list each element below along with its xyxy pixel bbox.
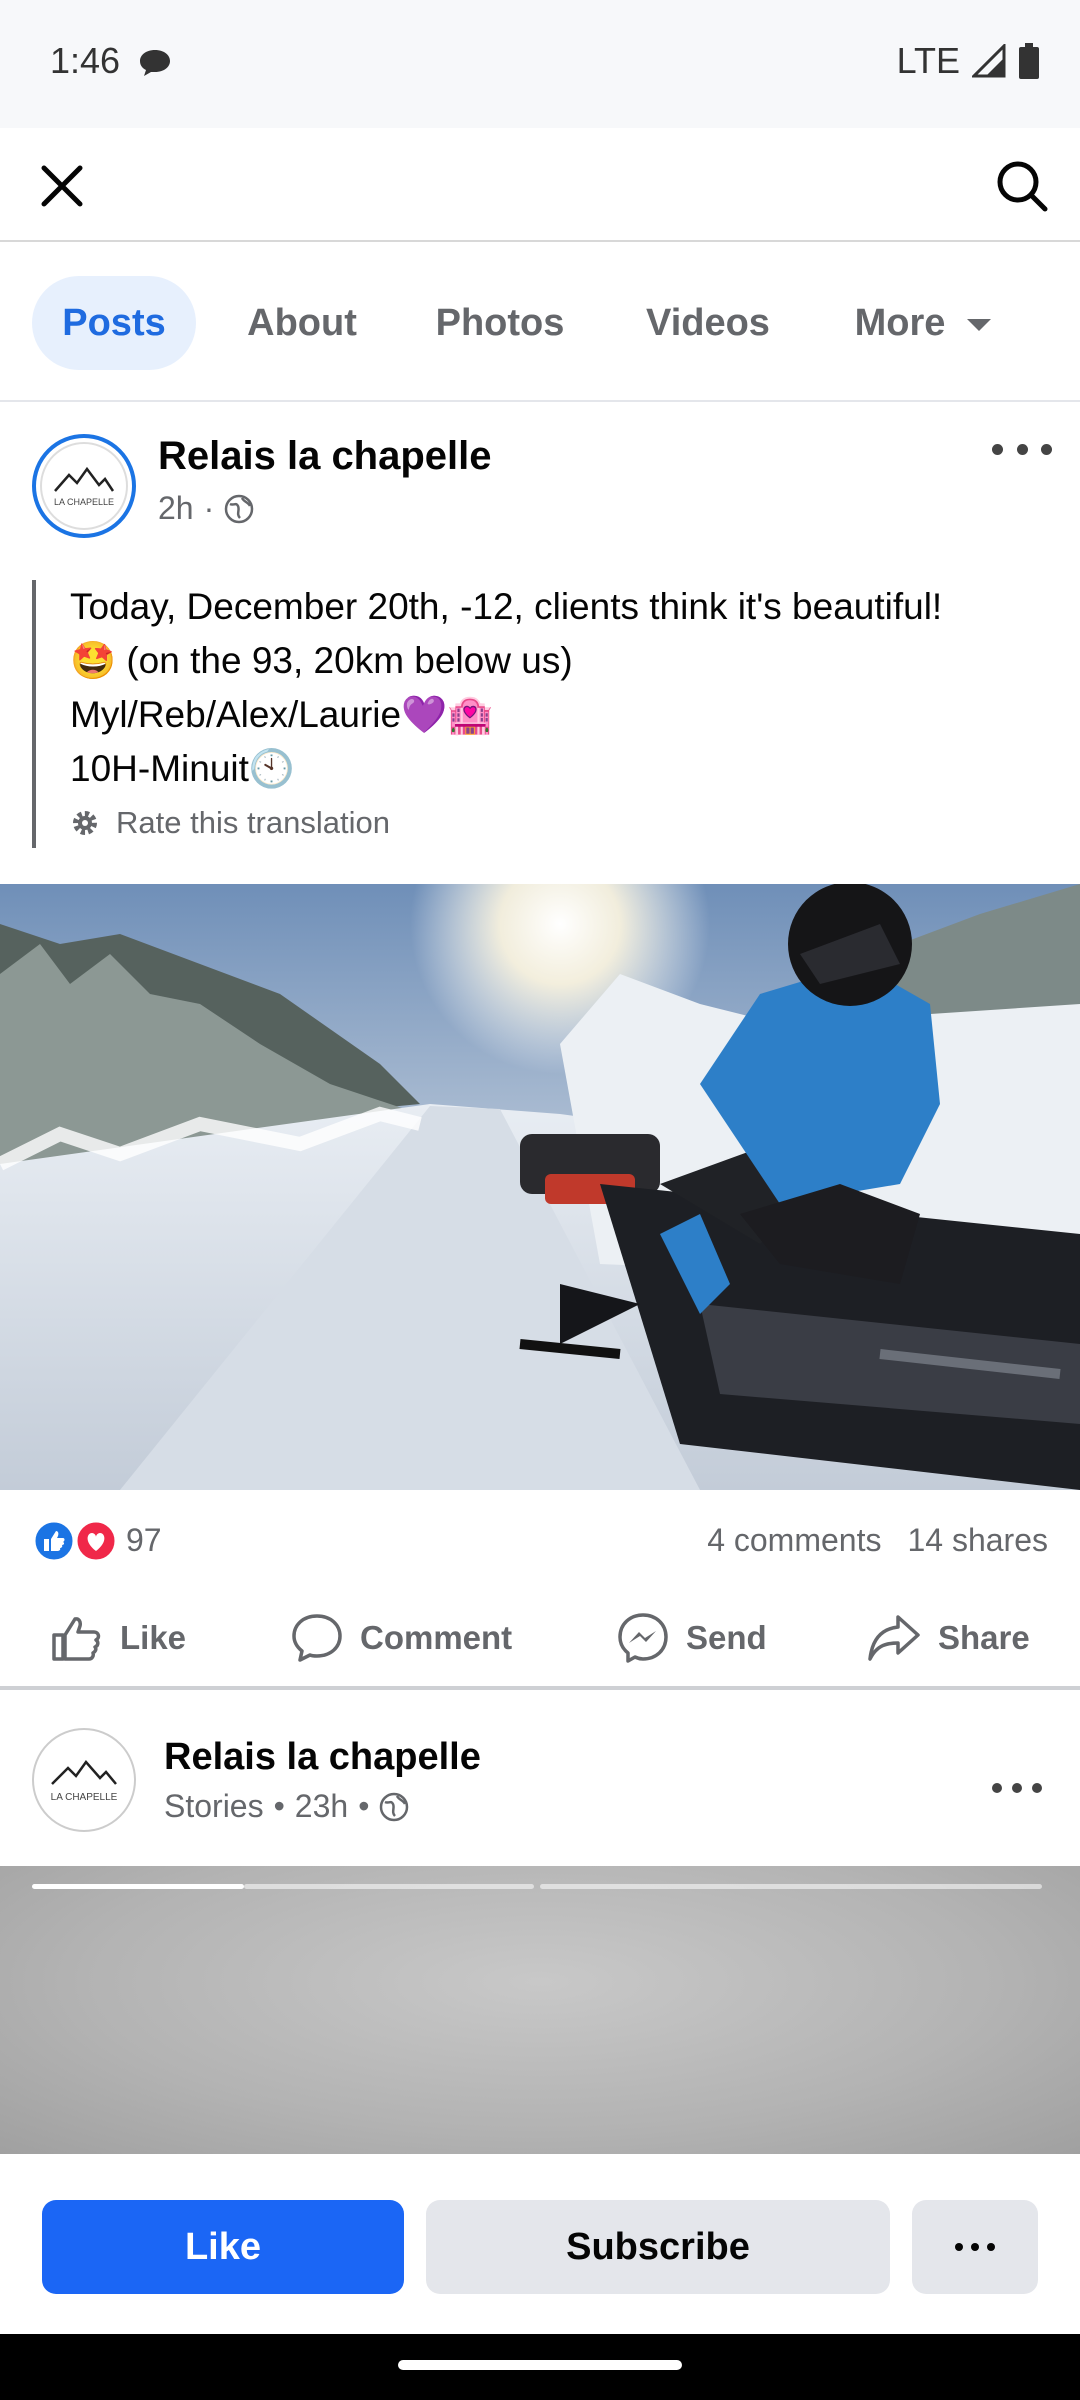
post-text: Today, December 20th, -12, clients think…	[32, 580, 1042, 848]
message-notification-icon	[140, 50, 170, 76]
rate-translation-label: Rate this translation	[116, 805, 390, 840]
like-label: Like	[120, 1619, 187, 1656]
meta-separator: •	[273, 1788, 285, 1824]
meta-separator: •	[358, 1788, 370, 1824]
more-options-icon[interactable]	[992, 434, 1052, 464]
system-navigation-bar	[0, 2334, 1080, 2400]
logo-text: LA CHAPELLE	[54, 497, 114, 507]
tab-more[interactable]: More	[828, 276, 1018, 370]
like-button[interactable]: Like	[50, 1606, 186, 1670]
thumbs-up-icon	[52, 1617, 101, 1661]
status-indicators: LTE	[897, 40, 1040, 82]
page-tabs: Posts About Photos Videos More	[0, 244, 1080, 402]
post-text-line: 🤩 (on the 93, 20km below us)	[70, 640, 573, 681]
like-love-reaction-icons	[32, 1519, 118, 1563]
post-time[interactable]: 2h	[158, 490, 194, 527]
meta-separator: ·	[203, 490, 215, 526]
comment-button[interactable]: Comment	[290, 1606, 512, 1670]
mountain-logo-icon: LA CHAPELLE	[54, 466, 115, 507]
post-time[interactable]: 23h	[295, 1788, 348, 1825]
post-text-line: Myl/Reb/Alex/Laurie💜🏩	[70, 694, 494, 735]
comments-count[interactable]: 4 comments	[707, 1522, 881, 1559]
more-options-icon[interactable]	[992, 1778, 1042, 1798]
post-meta: Stories • 23h •	[164, 1788, 409, 1825]
signal-icon	[972, 44, 1006, 78]
send-button[interactable]: Send	[616, 1606, 767, 1670]
post-text-line: 10H-Minuit🕙	[70, 748, 295, 789]
post-text-line: Today, December 20th, -12, clients think…	[70, 586, 943, 627]
network-type: LTE	[896, 40, 960, 81]
post-author[interactable]: Relais la chapelle	[164, 1736, 481, 1779]
avatar[interactable]: LA CHAPELLE	[32, 434, 136, 538]
gear-icon	[73, 811, 97, 835]
tab-label: More	[854, 301, 946, 344]
story-progress-segment	[244, 1884, 534, 1889]
comment-icon	[292, 1614, 342, 1662]
tab-label: About	[247, 301, 357, 344]
comment-label: Comment	[360, 1619, 513, 1656]
rate-translation[interactable]: Rate this translation	[70, 798, 1042, 848]
tab-videos[interactable]: Videos	[618, 276, 798, 370]
post-actions: Like Comment Send Share	[0, 1590, 1080, 1690]
reactions-bar[interactable]: 97 4 comments 14 shares	[0, 1502, 1080, 1582]
share-button[interactable]: Share	[866, 1606, 1030, 1670]
page-like-button[interactable]: Like	[42, 2200, 404, 2294]
avatar[interactable]: LA CHAPELLE	[32, 1728, 136, 1832]
post-photo[interactable]	[0, 884, 1080, 1490]
tab-label: Posts	[62, 301, 166, 344]
stories-post-card: LA CHAPELLE Relais la chapelle Stories •…	[0, 1698, 1080, 2156]
close-icon[interactable]	[34, 158, 90, 214]
top-bar	[0, 128, 1080, 242]
tab-label: Videos	[646, 301, 770, 344]
battery-icon	[1019, 43, 1039, 79]
status-bar: 1:46 LTE	[0, 0, 1080, 128]
search-icon[interactable]	[994, 158, 1050, 214]
subscribe-button[interactable]: Subscribe	[426, 2200, 890, 2294]
reaction-count: 97	[126, 1522, 162, 1558]
mountain-logo-icon: LA CHAPELLE	[51, 1759, 118, 1803]
share-label: Share	[938, 1619, 1030, 1656]
globe-icon	[225, 494, 254, 523]
tab-posts[interactable]: Posts	[32, 276, 196, 370]
post-source: Stories	[164, 1788, 264, 1824]
page-logo: LA CHAPELLE	[40, 442, 128, 530]
tab-photos[interactable]: Photos	[410, 276, 590, 370]
messenger-icon	[618, 1613, 668, 1663]
tab-label: Photos	[435, 301, 565, 344]
post-meta: 2h ·	[158, 490, 254, 527]
share-icon	[868, 1615, 920, 1661]
shares-count[interactable]: 14 shares	[907, 1522, 1048, 1559]
caret-down-icon	[967, 319, 992, 331]
more-actions-button[interactable]	[912, 2200, 1038, 2294]
story-preview[interactable]	[0, 1866, 1080, 2156]
send-label: Send	[686, 1619, 767, 1656]
story-progress-segment	[32, 1884, 244, 1889]
post-author[interactable]: Relais la chapelle	[158, 434, 492, 479]
status-time: 1:46	[50, 40, 121, 81]
bottom-action-bar: Like Subscribe	[0, 2154, 1080, 2334]
home-gesture-handle[interactable]	[398, 2360, 682, 2370]
logo-text: LA CHAPELLE	[51, 1792, 118, 1803]
globe-icon	[380, 1792, 409, 1821]
story-progress-segment	[540, 1884, 1042, 1889]
tab-about[interactable]: About	[222, 276, 382, 370]
post-card: LA CHAPELLE Relais la chapelle 2h · Toda…	[0, 404, 1080, 1694]
engagement-counts: 4 comments 14 shares	[707, 1522, 1048, 1559]
